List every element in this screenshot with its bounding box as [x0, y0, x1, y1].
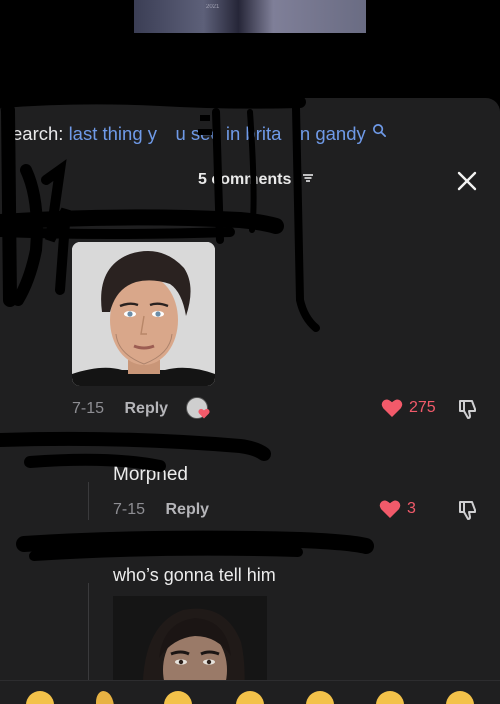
comment-2-text: Morphed: [113, 464, 188, 485]
comments-count-label: 5 comments: [198, 171, 292, 188]
video-preview-thumbnail[interactable]: 2021: [134, 0, 366, 33]
like-count: 3: [407, 500, 416, 517]
face-photo-image: [72, 242, 215, 386]
emoji-grin-icon[interactable]: [236, 691, 264, 704]
comment-date: 7-15: [72, 400, 105, 417]
like-button[interactable]: 3: [379, 499, 416, 519]
filter-icon[interactable]: [302, 172, 314, 184]
reply-button[interactable]: Reply: [165, 501, 209, 518]
search-suggestion-link[interactable]: earch: last thing y u see in brita n gan…: [12, 120, 387, 146]
comment-attached-photo[interactable]: [72, 242, 215, 386]
close-icon[interactable]: [454, 168, 480, 194]
emoji-wow-icon[interactable]: [446, 691, 474, 704]
heart-icon: [381, 399, 403, 417]
emoji-laugh-icon[interactable]: [164, 691, 192, 704]
comments-sheet: earch: last thing y u see in brita n gan…: [0, 98, 500, 704]
comment-1-meta: 7-15 Reply: [72, 400, 168, 418]
search-query: last thing y u see in brita n gandy: [68, 123, 366, 144]
search-prefix: earch:: [12, 123, 64, 144]
emoji-heart-eyes-icon[interactable]: [306, 691, 334, 704]
reply-button[interactable]: Reply: [124, 400, 168, 417]
emoji-reaction-bar: [0, 680, 500, 704]
heart-icon: [379, 500, 401, 518]
dislike-icon[interactable]: [456, 397, 480, 421]
video-watermark: 2021: [206, 4, 220, 10]
comment-date: 7-15: [113, 501, 146, 518]
search-icon: [372, 124, 386, 137]
comment-2-meta: 7-15 Reply: [113, 501, 209, 519]
like-count: 275: [409, 399, 436, 416]
emoji-smile-icon[interactable]: [26, 691, 54, 704]
dislike-icon[interactable]: [456, 498, 480, 522]
reply-thread-line: [88, 482, 89, 520]
like-button[interactable]: 275: [381, 398, 436, 418]
creator-liked-heart-icon: [198, 408, 210, 419]
reply-thread-line: [88, 583, 89, 681]
comments-count-header: 5 comments: [198, 171, 314, 189]
comment-3-text: who’s gonna tell him: [113, 565, 276, 585]
emoji-cry-icon[interactable]: [376, 691, 404, 704]
emoji-hand-icon[interactable]: [96, 691, 114, 704]
